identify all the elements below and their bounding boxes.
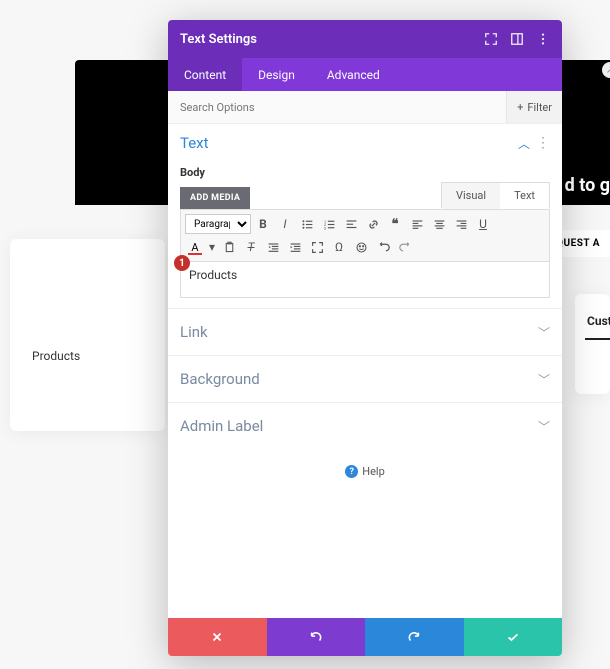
redo-icon[interactable] (395, 237, 415, 257)
background-card-right: Custo (575, 294, 610, 394)
modal-title: Text Settings (180, 32, 484, 47)
text-settings-modal: Text Settings Content Design Advanced + … (168, 20, 562, 656)
editor-mode-tabs: Visual Text (441, 182, 550, 208)
clear-format-icon[interactable]: T (241, 237, 261, 257)
editor-content[interactable]: 1 Products (180, 262, 550, 298)
text-color-dropdown-icon[interactable]: ▾ (207, 237, 217, 257)
paste-icon[interactable] (219, 237, 239, 257)
align-icon[interactable] (341, 214, 361, 234)
underline (585, 338, 610, 340)
align-center-icon[interactable] (429, 214, 449, 234)
section-admin-label-header[interactable]: Admin Label ﹀ (168, 403, 562, 449)
save-button[interactable] (464, 618, 563, 656)
section-text-header[interactable]: Text ︿ ⋮ (168, 124, 562, 162)
section-menu-icon[interactable]: ⋮ (536, 135, 550, 151)
text-color-icon[interactable]: A (185, 237, 205, 257)
snap-icon[interactable] (510, 32, 524, 46)
align-right-icon[interactable] (451, 214, 471, 234)
undo-button[interactable] (267, 618, 366, 656)
fullscreen-icon[interactable] (307, 237, 327, 257)
link-icon[interactable] (363, 214, 383, 234)
section-background-header[interactable]: Background ﹀ (168, 356, 562, 402)
badge-1: 1 (174, 255, 190, 271)
products-label: Products (32, 349, 80, 363)
modal-header: Text Settings (168, 20, 562, 58)
outdent-icon[interactable] (263, 237, 283, 257)
section-link-header[interactable]: Link ﹀ (168, 309, 562, 355)
bg-hero-text: d to g (565, 175, 610, 196)
numbered-list-icon[interactable]: 123 (319, 214, 339, 234)
section-link-title: Link (180, 323, 538, 341)
search-input[interactable] (168, 101, 506, 114)
indent-icon[interactable] (285, 237, 305, 257)
tab-design[interactable]: Design (242, 58, 311, 91)
chevron-down-icon: ﹀ (538, 324, 550, 341)
help-label: Help (362, 465, 385, 478)
redo-button[interactable] (365, 618, 464, 656)
underline-icon[interactable]: U (473, 214, 493, 234)
italic-icon[interactable]: I (275, 214, 295, 234)
cancel-button[interactable] (168, 618, 267, 656)
quote-icon[interactable]: ❝ (385, 214, 405, 234)
align-left-icon[interactable] (407, 214, 427, 234)
section-admin-label-title: Admin Label (180, 417, 538, 435)
add-media-button[interactable]: ADD MEDIA (180, 187, 250, 209)
tab-advanced[interactable]: Advanced (311, 58, 396, 91)
section-text-title: Text (180, 134, 518, 152)
custo-label: Custo (587, 314, 610, 328)
undo-icon[interactable] (373, 237, 393, 257)
rich-text-editor: ADD MEDIA Visual Text Paragraph B I 123 … (180, 185, 550, 298)
tab-content[interactable]: Content (168, 58, 242, 91)
format-select[interactable]: Paragraph (185, 214, 251, 234)
modal-body: Text ︿ ⋮ Body ADD MEDIA Visual Text Para… (168, 124, 562, 618)
editor-tab-text[interactable]: Text (500, 183, 549, 208)
section-background-title: Background (180, 370, 538, 388)
filter-button[interactable]: + Filter (506, 91, 562, 123)
help-icon: ? (345, 465, 358, 478)
editor-tab-visual[interactable]: Visual (442, 183, 500, 209)
chevron-down-icon: ﹀ (538, 418, 550, 435)
expand-icon[interactable] (484, 32, 498, 46)
menu-dots-icon[interactable] (536, 32, 550, 46)
svg-text:3: 3 (323, 225, 326, 230)
filter-label: Filter (527, 101, 552, 114)
bold-icon[interactable]: B (253, 214, 273, 234)
modal-footer (168, 618, 562, 656)
chevron-up-icon: ︿ (518, 135, 530, 152)
emoji-icon[interactable] (351, 237, 371, 257)
modal-tabs: Content Design Advanced (168, 58, 562, 91)
omega-icon[interactable]: Ω (329, 237, 349, 257)
editor-toolbar: Paragraph B I 123 ❝ U A ▾ (180, 209, 550, 262)
bullet-list-icon[interactable] (297, 214, 317, 234)
editor-text: Products (189, 268, 237, 282)
search-row: + Filter (168, 91, 562, 124)
background-card-left: Products (10, 239, 165, 431)
plus-icon: + (517, 101, 523, 114)
help-row[interactable]: ? Help (168, 449, 562, 494)
chevron-down-icon: ﹀ (538, 371, 550, 388)
